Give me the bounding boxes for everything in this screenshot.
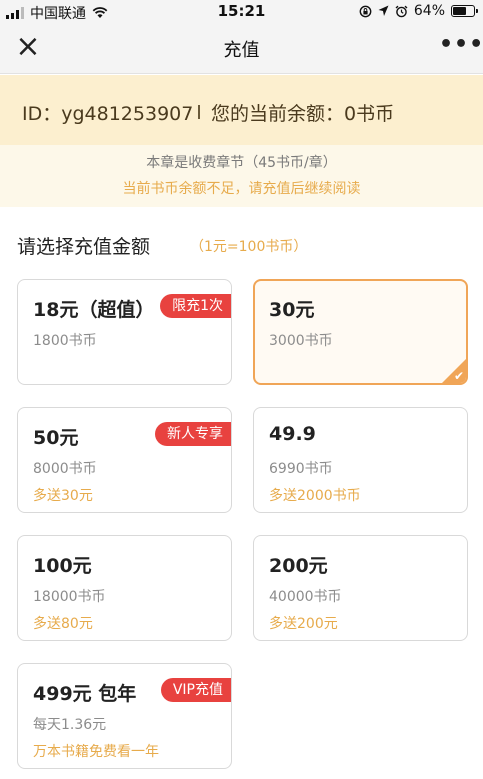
option-price: 49.9 xyxy=(269,423,316,445)
recharge-option-18[interactable]: 18元（超值） 1800书币 限充1次 xyxy=(17,279,232,385)
section-title: 请选择充值金额 xyxy=(17,236,151,258)
status-bar: 中国联通 15:21 64% xyxy=(0,0,483,22)
option-bonus: 万本书籍免费看一年 xyxy=(33,744,159,760)
battery-level xyxy=(453,7,466,15)
option-badge: 新人专享 xyxy=(155,422,231,446)
alarm-icon xyxy=(395,5,408,17)
option-coins: 18000书币 xyxy=(33,589,106,605)
more-icon[interactable]: ••• xyxy=(439,32,483,60)
option-coins: 6990书币 xyxy=(269,461,333,477)
insufficient-balance-notice: 当前书币余额不足，请充值后继续阅读 xyxy=(122,181,361,197)
status-right: 64% xyxy=(359,3,478,19)
option-bonus: 多送30元 xyxy=(33,488,93,504)
option-coins: 40000书币 xyxy=(269,589,342,605)
option-badge: VIP充值 xyxy=(160,678,231,702)
battery-icon xyxy=(451,5,478,17)
option-price: 100元 xyxy=(33,555,92,577)
user-id: ID：yg481253907 xyxy=(22,103,194,125)
option-coins: 每天1.36元 xyxy=(33,717,107,733)
recharge-option-50[interactable]: 50元 8000书币 多送30元 新人专享 xyxy=(17,407,232,513)
option-price: 18元（超值） xyxy=(33,299,155,321)
lock-rotation-icon xyxy=(359,5,372,17)
option-price: 50元 xyxy=(33,427,79,449)
recharge-option-200[interactable]: 200元 40000书币 多送200元 xyxy=(253,535,468,641)
option-price: 30元 xyxy=(269,299,315,321)
option-bonus: 多送200元 xyxy=(269,616,338,632)
nav-bar: × 充值 ••• xyxy=(0,22,483,74)
option-price: 499元 包年 xyxy=(33,683,137,705)
recharge-option-49-9[interactable]: 49.9 6990书币 多送2000书币 xyxy=(253,407,468,513)
account-bar: ID：yg481253907 您的当前余额：0书币 xyxy=(0,75,483,145)
divider xyxy=(198,105,200,119)
option-coins: 1800书币 xyxy=(33,333,97,349)
option-price: 200元 xyxy=(269,555,328,577)
option-coins: 8000书币 xyxy=(33,461,97,477)
recharge-option-30[interactable]: 30元 3000书币 ✔ xyxy=(253,279,468,385)
page-title: 充值 xyxy=(223,40,260,61)
location-icon xyxy=(378,5,389,16)
option-bonus: 多送2000书币 xyxy=(269,488,361,504)
recharge-option-100[interactable]: 100元 18000书币 多送80元 xyxy=(17,535,232,641)
chapter-price-notice: 本章是收费章节（45书币/章） xyxy=(146,155,337,171)
battery-percent: 64% xyxy=(413,3,445,19)
option-coins: 3000书币 xyxy=(269,333,333,349)
checkmark-icon: ✔ xyxy=(453,369,464,383)
exchange-rate: （1元=100书币） xyxy=(190,239,308,255)
chapter-notice: 本章是收费章节（45书币/章） 当前书币余额不足，请充值后继续阅读 xyxy=(0,145,483,207)
option-badge: 限充1次 xyxy=(160,294,231,318)
recharge-option-499[interactable]: 499元 包年 每天1.36元 万本书籍免费看一年 VIP充值 xyxy=(17,663,232,769)
option-bonus: 多送80元 xyxy=(33,616,93,632)
current-balance: 您的当前余额：0书币 xyxy=(211,103,395,125)
